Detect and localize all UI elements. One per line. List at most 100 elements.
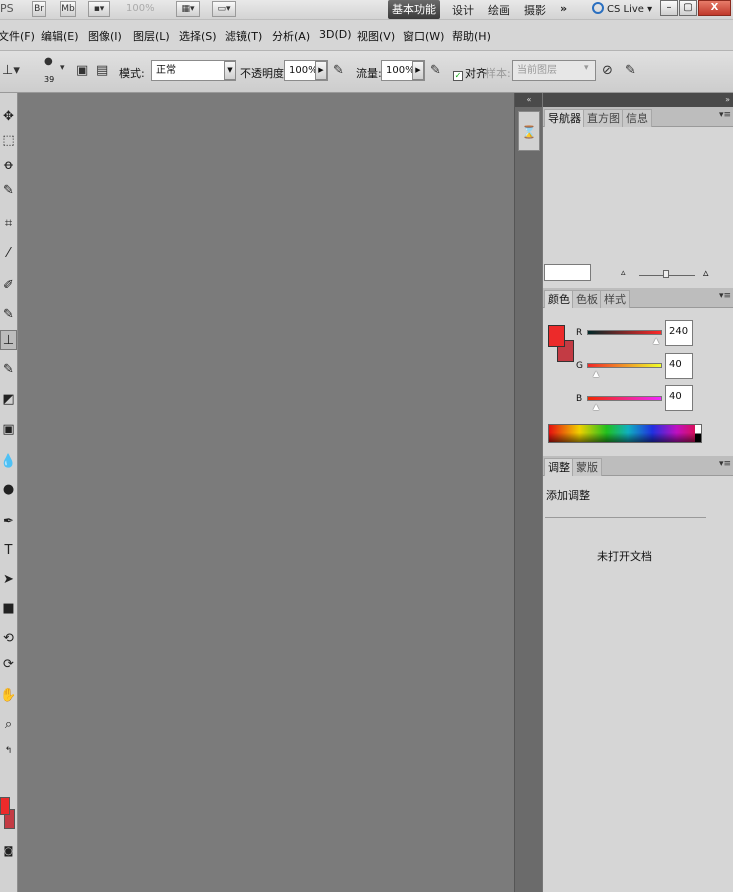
red-value-input[interactable]: 240 (665, 320, 693, 346)
aligned-checkbox[interactable]: ✓ 对齐 (453, 65, 487, 81)
quick-mask-icon[interactable]: ◙ (0, 842, 17, 862)
green-channel-label: G (576, 361, 583, 371)
menu-window[interactable]: 窗口(W) (403, 28, 444, 44)
workspace-photography[interactable]: 摄影 (524, 2, 546, 18)
swap-colors-icon[interactable]: ↰ (0, 741, 17, 761)
cs-live-menu[interactable]: CS Live ▾ (592, 2, 652, 15)
minimize-button[interactable]: – (660, 0, 678, 16)
zoom-tool-icon[interactable]: ⌕ (0, 715, 17, 735)
rectangle-tool-icon[interactable]: ■ (0, 599, 17, 619)
tab-histogram[interactable]: 直方图 (583, 109, 624, 127)
eyedropper-tool-icon[interactable]: ⁄ (0, 244, 17, 264)
history-brush-tool-icon[interactable]: ✎ (0, 360, 17, 380)
menu-file[interactable]: 文件(F) (0, 28, 35, 44)
tab-info[interactable]: 信息 (622, 109, 652, 127)
brush-picker-arrow-icon[interactable]: ▾ (60, 63, 65, 73)
panel-menu-icon[interactable]: ▾≡ (719, 459, 731, 469)
clone-stamp-tool-icon[interactable]: ⊥ (0, 330, 17, 350)
menu-3d[interactable]: 3D(D) (319, 28, 352, 41)
mode-dropdown-arrow-icon[interactable]: ▼ (224, 61, 236, 80)
pen-tool-icon[interactable]: ✒ (0, 512, 17, 532)
brush-tip-icon[interactable]: ● (44, 56, 53, 67)
green-value-input[interactable]: 40 (665, 353, 693, 379)
menu-filter[interactable]: 滤镜(T) (225, 28, 262, 44)
close-button[interactable]: X (698, 0, 731, 16)
clone-stamp-preset-icon[interactable]: ⊥▾ (2, 63, 20, 78)
collapse-dock-icon[interactable]: » (543, 93, 733, 107)
3d-orbit-tool-icon[interactable]: ⟳ (0, 655, 17, 675)
panel-menu-icon[interactable]: ▾≡ (719, 110, 731, 120)
spectrum-black-white[interactable] (695, 425, 701, 442)
green-slider-handle[interactable]: ▲ (593, 369, 599, 378)
dodge-tool-icon[interactable]: ● (0, 480, 17, 500)
airbrush-icon[interactable]: ✎ (430, 63, 441, 78)
navigator-zoom-slider-handle[interactable] (663, 270, 669, 278)
marquee-tool-icon[interactable]: ⬚ (0, 131, 17, 151)
workspace-painting[interactable]: 绘画 (488, 2, 510, 18)
crop-tool-icon[interactable]: ⌗ (0, 214, 17, 234)
workspace-design[interactable]: 设计 (452, 2, 474, 18)
color-tab-row: 颜色 色板 样式 ▾≡ (543, 288, 733, 308)
menu-image[interactable]: 图像(I) (88, 28, 122, 44)
menu-view[interactable]: 视图(V) (357, 28, 395, 44)
arrange-documents-button[interactable]: ▦▾ (176, 1, 200, 17)
more-workspaces-icon[interactable]: » (560, 2, 567, 15)
brush-tool-icon[interactable]: ✎ (0, 305, 17, 325)
navigator-zoom-input[interactable] (544, 264, 591, 281)
green-channel-slider[interactable] (587, 363, 662, 368)
3d-rotate-tool-icon[interactable]: ⟲ (0, 629, 17, 649)
menu-layer[interactable]: 图层(L) (133, 28, 170, 44)
lasso-tool-icon[interactable]: ꝋ (0, 156, 17, 176)
zoom-in-icon[interactable]: ▵ (703, 266, 709, 279)
blue-channel-slider[interactable] (587, 396, 662, 401)
type-tool-icon[interactable]: T (0, 541, 17, 561)
zoom-level[interactable]: 100% (126, 3, 155, 14)
history-panel-icon[interactable]: ⌛ (518, 111, 540, 151)
clone-source-panel-icon[interactable]: ▤ (96, 63, 108, 78)
tab-styles[interactable]: 样式 (600, 290, 630, 308)
menu-edit[interactable]: 编辑(E) (41, 28, 79, 44)
tab-adjustments[interactable]: 调整 (544, 458, 574, 476)
brush-panel-icon[interactable]: ▣ (76, 63, 88, 78)
menu-select[interactable]: 选择(S) (179, 28, 217, 44)
ignore-adjustment-layers-icon[interactable]: ⊘ (602, 63, 613, 78)
zoom-out-icon[interactable]: ▵ (621, 268, 626, 278)
red-channel-slider[interactable] (587, 330, 662, 335)
eraser-tool-icon[interactable]: ◩ (0, 390, 17, 410)
tab-color[interactable]: 颜色 (544, 290, 574, 308)
opacity-arrow-icon[interactable]: ▶ (315, 61, 327, 80)
move-tool-icon[interactable]: ✥ (0, 107, 17, 127)
path-selection-tool-icon[interactable]: ➤ (0, 570, 17, 590)
tab-swatches[interactable]: 色板 (572, 290, 602, 308)
gradient-tool-icon[interactable]: ▣ (0, 420, 17, 440)
tab-masks[interactable]: 蒙版 (572, 458, 602, 476)
foreground-color-swatch[interactable] (0, 797, 10, 815)
flow-arrow-icon[interactable]: ▶ (412, 61, 424, 80)
panel-menu-icon[interactable]: ▾≡ (719, 291, 731, 301)
red-slider-handle[interactable]: ▲ (653, 336, 659, 345)
hand-tool-icon[interactable]: ✋ (0, 686, 17, 706)
view-extras-button[interactable]: ▪▾ (88, 1, 110, 17)
color-panel-foreground-swatch[interactable] (548, 325, 565, 347)
tablet-opacity-icon[interactable]: ✎ (333, 63, 344, 78)
panel-dock: » 导航器 直方图 信息 ▾≡ ▵ ▵ 颜色 色板 样式 ▾≡ R ▲ 240 … (542, 93, 733, 892)
blue-slider-handle[interactable]: ▲ (593, 402, 599, 411)
tablet-size-icon[interactable]: ✎ (625, 63, 636, 78)
mini-bridge-button[interactable]: Mb (60, 1, 76, 17)
adjustments-divider (545, 517, 706, 518)
workspace-essentials[interactable]: 基本功能 (388, 0, 440, 19)
tab-navigator[interactable]: 导航器 (544, 109, 585, 127)
screen-mode-button[interactable]: ▭▾ (212, 1, 236, 17)
blue-value-input[interactable]: 40 (665, 385, 693, 411)
spot-healing-tool-icon[interactable]: ✐ (0, 276, 17, 296)
expand-dock-icon[interactable]: « (515, 93, 543, 107)
blur-tool-icon[interactable]: 💧 (0, 452, 17, 472)
navigator-preview (543, 127, 733, 285)
quick-selection-tool-icon[interactable]: ✎ (0, 181, 17, 201)
color-spectrum-ramp[interactable] (548, 424, 702, 443)
bridge-button[interactable]: Br (32, 1, 46, 17)
sample-dropdown-arrow-icon[interactable]: ▾ (584, 63, 589, 73)
maximize-button[interactable]: ▢ (679, 0, 697, 16)
menu-analysis[interactable]: 分析(A) (272, 28, 310, 44)
menu-help[interactable]: 帮助(H) (452, 28, 491, 44)
